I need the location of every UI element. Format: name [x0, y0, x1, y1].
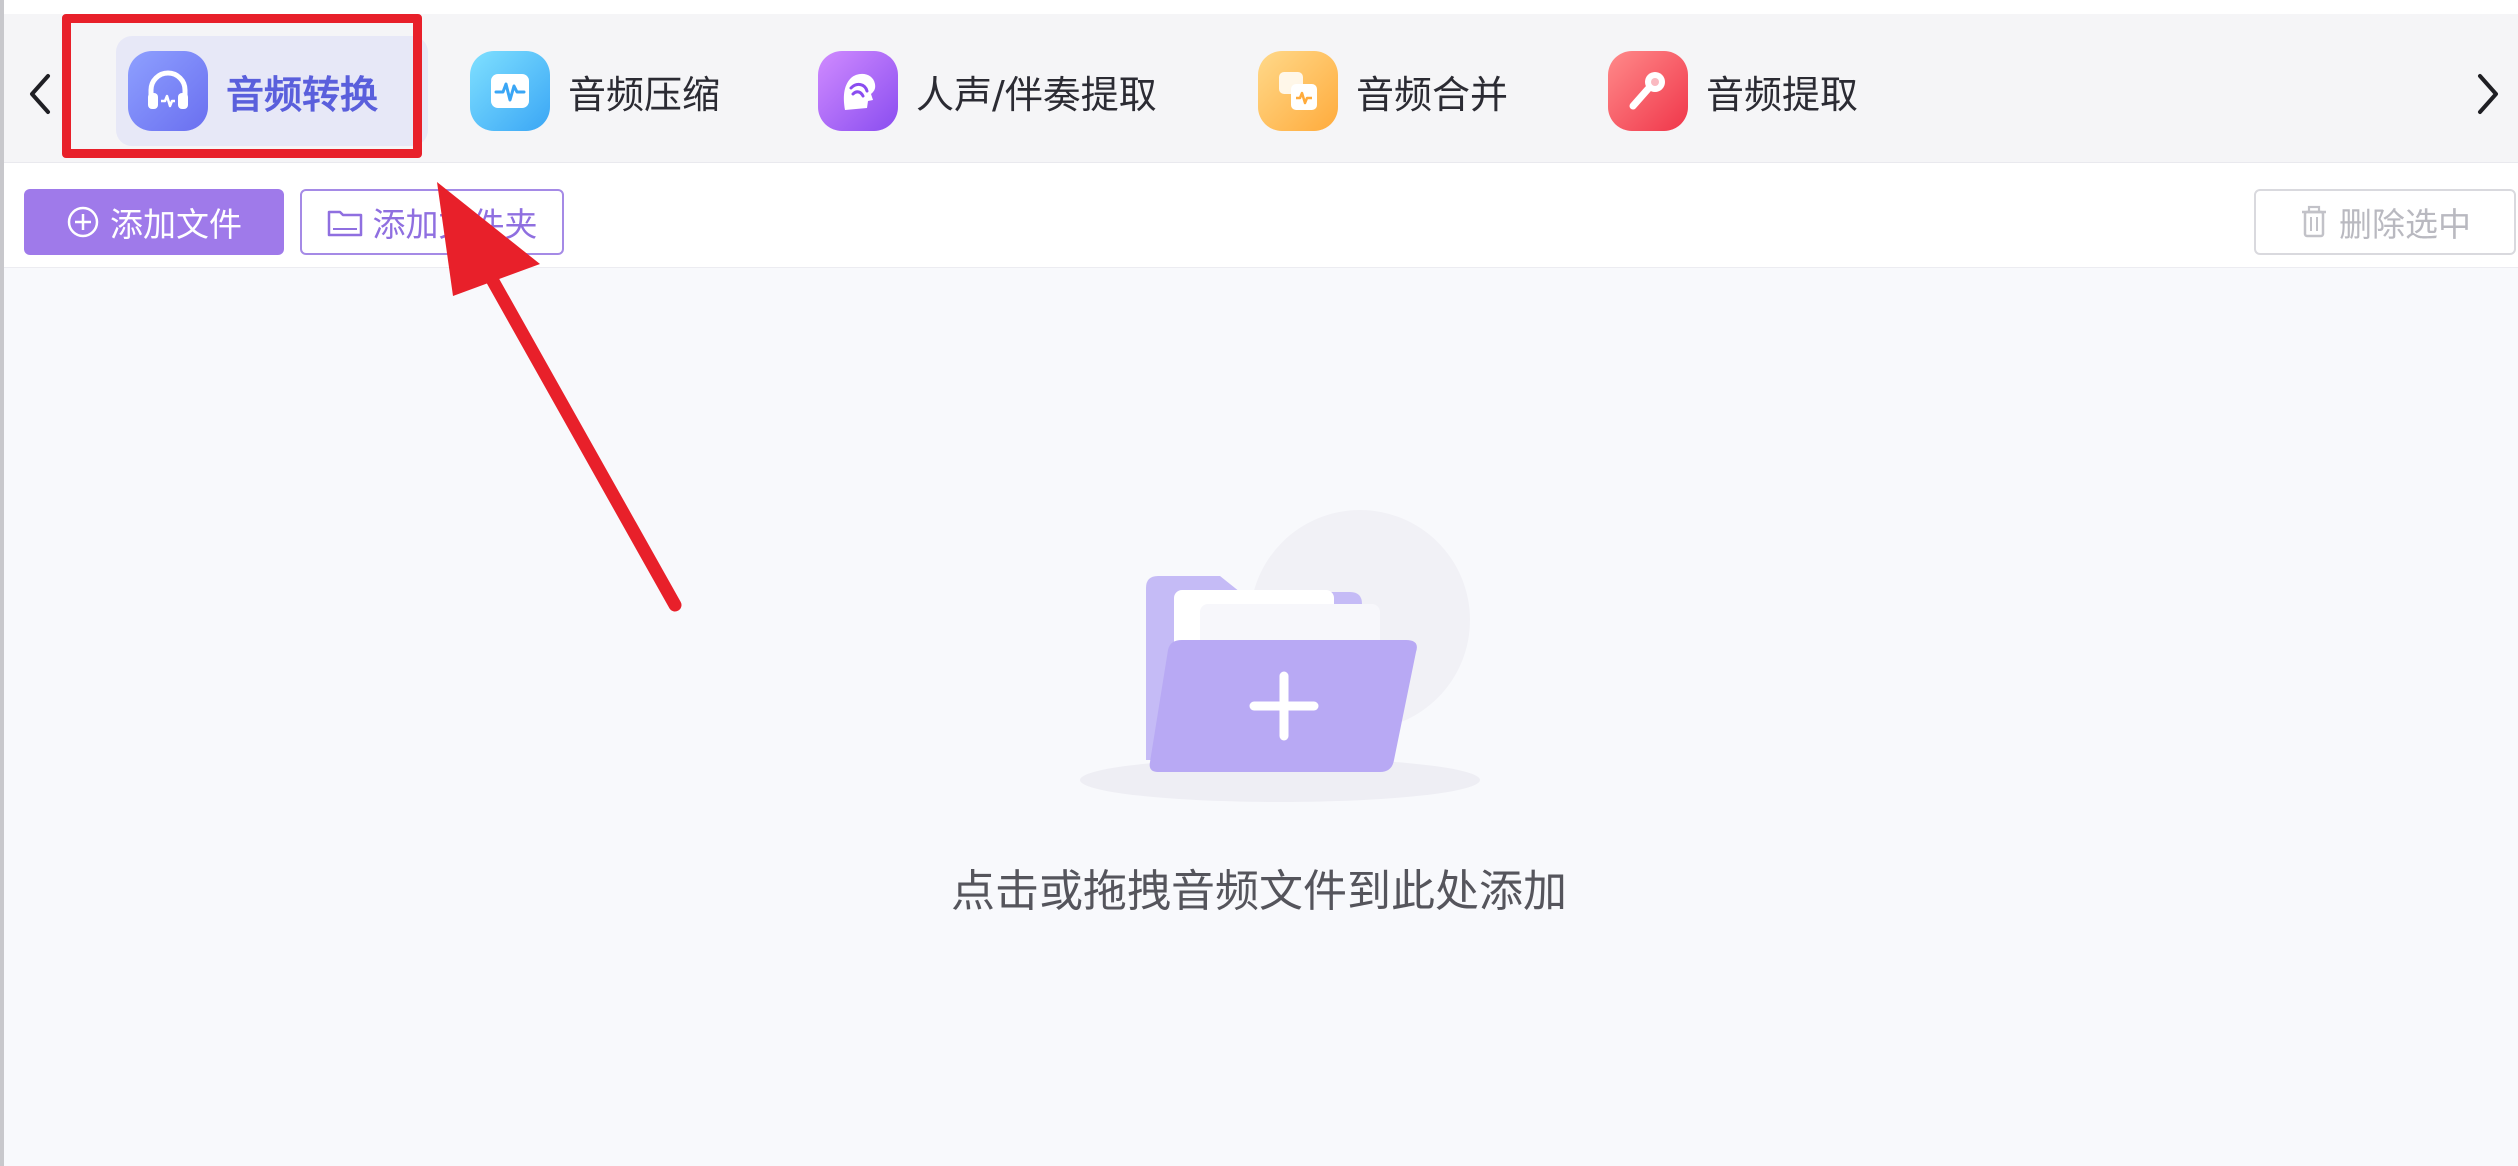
waveform-icon — [470, 51, 550, 131]
microphone-icon — [1608, 51, 1688, 131]
tab-scroll-left-button[interactable] — [20, 64, 60, 124]
tab-label: 人声/伴奏提取 — [916, 72, 1157, 117]
chevron-left-icon — [30, 74, 50, 114]
voice-profile-icon — [818, 51, 898, 131]
merge-icon — [1258, 51, 1338, 131]
folder-icon — [327, 207, 363, 237]
file-toolbar: 添加文件 添加文件夹 删除选中 — [4, 163, 2518, 268]
tab-label: 音频合并 — [1356, 72, 1509, 117]
drop-zone-hint: 点击或拖拽音频文件到此处添加 — [951, 866, 1567, 917]
tab-audio-compress[interactable]: 音频压缩 — [470, 36, 770, 146]
add-folder-label: 添加文件夹 — [372, 205, 538, 244]
tab-label: 音频提取 — [1706, 72, 1859, 117]
add-folder-button[interactable]: 添加文件夹 — [300, 189, 564, 255]
delete-selected-button[interactable]: 删除选中 — [2254, 189, 2516, 255]
feature-tab-bar: 音频转换 音频压缩 人声/伴奏提取 音频合并 音频提取 — [4, 14, 2518, 163]
tab-scroll-right-button[interactable] — [2468, 64, 2508, 124]
add-file-label: 添加文件 — [110, 205, 242, 244]
delete-selected-label: 删除选中 — [2339, 205, 2471, 244]
tab-vocal-accompaniment-extract[interactable]: 人声/伴奏提取 — [818, 36, 1198, 146]
chevron-right-icon — [2478, 74, 2498, 114]
tab-label: 音频转换 — [226, 72, 379, 117]
folder-plus-icon — [1080, 510, 1480, 802]
tab-audio-convert[interactable]: 音频转换 — [116, 36, 428, 146]
tab-audio-merge[interactable]: 音频合并 — [1258, 36, 1558, 146]
headphones-icon — [128, 51, 208, 131]
plus-circle-icon — [66, 205, 100, 239]
tab-label: 音频压缩 — [568, 72, 721, 117]
add-file-button[interactable]: 添加文件 — [24, 189, 284, 255]
trash-icon — [2299, 205, 2329, 239]
window-top-strip — [4, 0, 2518, 14]
tab-audio-extract[interactable]: 音频提取 — [1608, 36, 1908, 146]
